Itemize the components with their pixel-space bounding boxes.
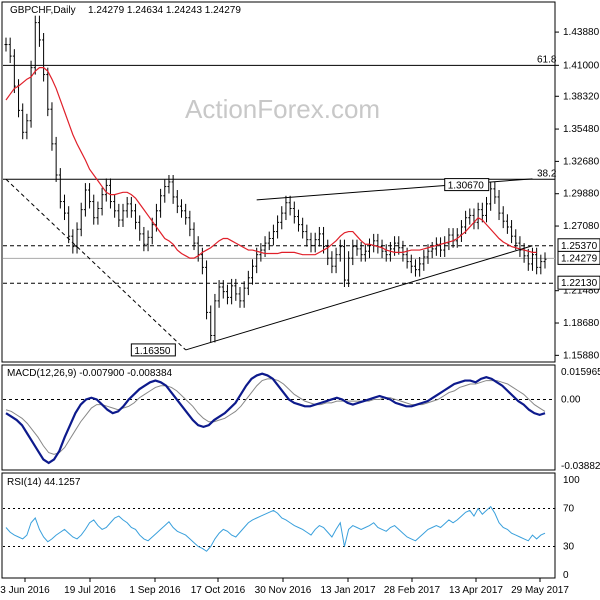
macd-tick-label-0: 0.015965 xyxy=(561,367,600,378)
date-tick-label-5: 13 Jan 2017 xyxy=(320,585,375,596)
date-tick-label-1: 19 Jul 2016 xyxy=(64,585,116,596)
price-tick-label-0: 1.43880 xyxy=(563,27,600,38)
date-tick-label-8: 29 May 2017 xyxy=(511,585,569,596)
date-tick-label-6: 28 Feb 2017 xyxy=(384,585,441,596)
rsi-tick-label-1: 70 xyxy=(563,504,575,515)
macd-line xyxy=(5,372,546,465)
macd-signal-line xyxy=(5,378,546,455)
date-tick-label-4: 30 Nov 2016 xyxy=(255,585,312,596)
rsi-tick-label-3: 0 xyxy=(563,570,569,581)
rsi-panel-frame xyxy=(1,472,556,579)
annotation-label-1: 1.16350 xyxy=(134,346,171,357)
price-tick-label-1: 1.41000 xyxy=(563,60,600,71)
price-tick-label-8: 1.18680 xyxy=(563,318,600,329)
rsi-tick-label-2: 30 xyxy=(563,542,575,553)
chart-symbol: GBPCHF,Daily xyxy=(10,5,76,16)
watermark: ActionForex.com xyxy=(185,94,380,124)
price-tick-label-9: 1.15880 xyxy=(563,350,600,361)
fib-label-1: 38.2 xyxy=(537,168,557,179)
macd-layer xyxy=(3,372,555,465)
rsi-tick-label-0: 100 xyxy=(563,475,580,486)
price-box-label-1: 1.24279 xyxy=(561,253,598,264)
price-tick-label-2: 1.38320 xyxy=(563,91,600,102)
price-tick-label-6: 1.27080 xyxy=(563,221,600,232)
rsi-layer xyxy=(3,505,555,552)
chart-ohlc: 1.24279 1.24634 1.24243 1.24279 xyxy=(88,5,241,16)
macd-title: MACD(12,26,9) -0.007900 -0.008384 xyxy=(7,368,173,379)
trendline-dashed xyxy=(5,178,187,351)
price-box-label-0: 1.25370 xyxy=(561,241,598,252)
macd-tick-label-2: -0.038821 xyxy=(561,461,600,472)
rsi-line xyxy=(5,505,546,552)
fib-label-0: 61.8 xyxy=(537,54,557,65)
date-tick-label-3: 17 Oct 2016 xyxy=(191,585,246,596)
price-tick-label-3: 1.35480 xyxy=(563,124,600,135)
price-box-label-2: 1.22130 xyxy=(561,278,598,289)
forex-chart: ActionForex.com GBPCHF,Daily 1.24279 1.2… xyxy=(0,1,600,596)
price-tick-label-4: 1.32680 xyxy=(563,156,600,167)
price-tick-label-5: 1.29880 xyxy=(563,189,600,200)
date-tick-label-7: 13 Apr 2017 xyxy=(449,585,503,596)
macd-tick-label-1: 0.00 xyxy=(561,394,581,405)
trendline-lower xyxy=(185,245,533,351)
annotation-label-0: 1.30670 xyxy=(448,181,485,192)
rsi-title: RSI(14) 44.1257 xyxy=(7,477,81,488)
price-layer: 61.8 38.2 1.30670 1.16350 xyxy=(3,15,557,357)
date-tick-label-2: 1 Sep 2016 xyxy=(129,585,181,596)
date-tick-label-0: 3 Jun 2016 xyxy=(0,585,50,596)
